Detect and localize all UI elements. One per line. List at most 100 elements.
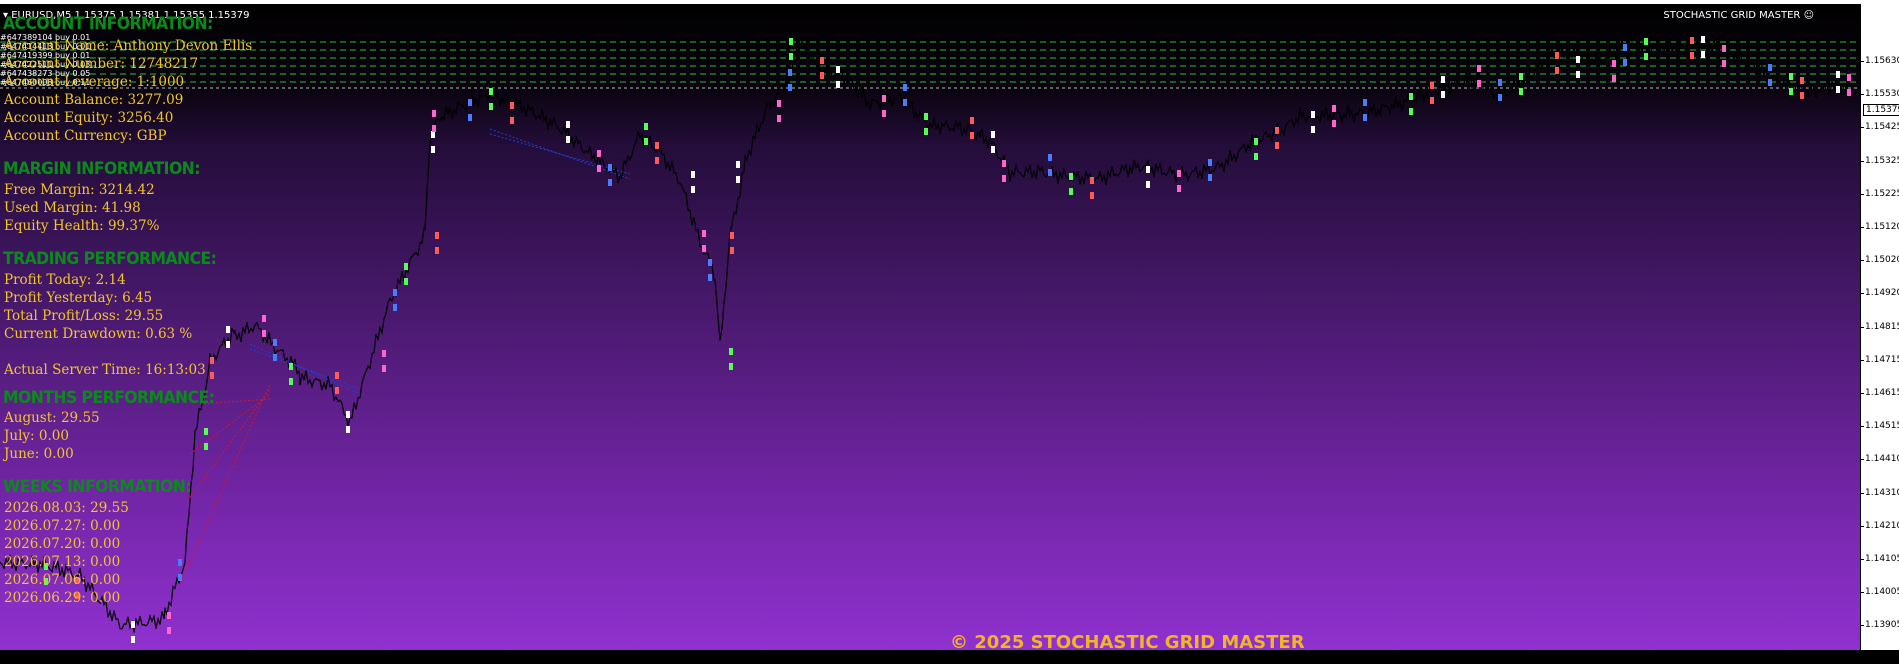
trade-marker bbox=[262, 330, 266, 337]
trade-marker bbox=[991, 131, 995, 138]
trade-marker bbox=[1146, 181, 1150, 188]
trade-marker bbox=[708, 259, 712, 266]
trade-marker bbox=[335, 387, 339, 394]
price-tick-label: 1.14615 bbox=[1865, 388, 1899, 398]
trade-marker bbox=[435, 247, 439, 254]
weeks-info-heading: WEEKS INFORMATION: bbox=[3, 477, 192, 497]
trade-connector-blue bbox=[249, 343, 361, 395]
price-tick-label: 1.14920 bbox=[1865, 288, 1899, 299]
trade-marker bbox=[1836, 86, 1840, 93]
month-item: August: 29.55 bbox=[4, 410, 100, 426]
trading-performance-heading: TRADING PERFORMANCE: bbox=[3, 249, 217, 269]
trade-marker bbox=[204, 443, 208, 450]
trade-marker bbox=[777, 100, 781, 107]
price-axis[interactable]: 1.15630 1.15530 1.15425 1.15325 1.15225 1.151… bbox=[1860, 4, 1899, 664]
trade-marker bbox=[788, 69, 792, 76]
trade-marker bbox=[404, 278, 408, 285]
trade-marker bbox=[1789, 88, 1793, 95]
trade-marker bbox=[1789, 73, 1793, 80]
price-tick-mark bbox=[1861, 227, 1864, 228]
trade-marker bbox=[1430, 82, 1434, 89]
months-performance-heading: MONTHS PERFORMANCE: bbox=[3, 388, 215, 408]
trade-marker bbox=[1090, 192, 1094, 199]
trade-marker bbox=[566, 136, 570, 143]
trade-marker bbox=[131, 621, 135, 628]
trade-marker bbox=[1800, 92, 1804, 99]
account-name: Account Name: Anthony Devon Ellis bbox=[4, 38, 253, 54]
trade-marker bbox=[836, 66, 840, 73]
price-tick-mark bbox=[1861, 426, 1864, 428]
expert-advisor-label[interactable]: STOCHASTIC GRID MASTER ☺ bbox=[1663, 10, 1814, 21]
trade-marker bbox=[262, 315, 266, 322]
chart-canvas[interactable] bbox=[0, 4, 1860, 650]
trade-marker bbox=[708, 274, 712, 281]
trade-marker bbox=[1498, 79, 1502, 86]
price-tick-mark bbox=[1861, 260, 1864, 262]
trade-marker bbox=[226, 326, 230, 333]
price-tick-mark bbox=[1861, 160, 1864, 162]
trade-marker bbox=[432, 125, 436, 132]
total-profit-loss: Total Profit/Loss: 29.55 bbox=[4, 308, 164, 324]
trade-marker bbox=[273, 339, 277, 346]
price-tick-label: 1.15530 bbox=[1865, 89, 1899, 100]
account-equity: Account Equity: 3256.40 bbox=[4, 110, 174, 126]
trade-marker bbox=[924, 128, 928, 135]
trade-marker bbox=[1441, 91, 1445, 98]
trade-marker bbox=[382, 350, 386, 357]
equity-health: Equity Health: 99.37% bbox=[4, 218, 160, 234]
trade-marker bbox=[1555, 52, 1559, 59]
trade-marker bbox=[273, 354, 277, 361]
trade-marker bbox=[644, 123, 648, 130]
trade-marker bbox=[210, 357, 214, 364]
trade-marker bbox=[1275, 127, 1279, 134]
trade-marker bbox=[970, 132, 974, 139]
trade-marker bbox=[131, 636, 135, 643]
price-tick-label: 1.15020 bbox=[1865, 255, 1899, 266]
trade-marker bbox=[178, 559, 182, 566]
free-margin: Free Margin: 3214.42 bbox=[4, 182, 155, 198]
week-item: 2026.07.27: 0.00 bbox=[4, 518, 121, 534]
trade-marker bbox=[1409, 108, 1413, 115]
price-chart[interactable]: ▾ EURUSD,M5 1.15375 1.15381 1.15355 1.15… bbox=[0, 4, 1860, 650]
trade-marker bbox=[1177, 185, 1181, 192]
account-balance: Account Balance: 3277.09 bbox=[4, 92, 184, 108]
price-tick-label: 1.14410 bbox=[1865, 454, 1899, 465]
trade-marker bbox=[1847, 89, 1851, 96]
trade-marker bbox=[1208, 174, 1212, 181]
trade-marker bbox=[435, 232, 439, 239]
trade-marker bbox=[903, 84, 907, 91]
trade-marker bbox=[1409, 93, 1413, 100]
trade-marker bbox=[510, 117, 514, 124]
week-item: 2026.07.06: 0.00 bbox=[4, 572, 121, 588]
trade-marker bbox=[1690, 37, 1694, 44]
trade-marker bbox=[1644, 53, 1648, 60]
smiley-icon: ☺ bbox=[1803, 10, 1814, 21]
trade-marker bbox=[210, 372, 214, 379]
trade-marker bbox=[1623, 59, 1627, 66]
price-tick-mark bbox=[1861, 459, 1864, 461]
week-item: 2026.06.29: 0.00 bbox=[4, 590, 121, 606]
trade-marker bbox=[1477, 80, 1481, 87]
trade-marker bbox=[1002, 160, 1006, 167]
ea-name: STOCHASTIC GRID MASTER bbox=[1663, 10, 1801, 21]
price-tick-label: 1.15225 bbox=[1865, 188, 1899, 199]
current-drawdown: Current Drawdown: 0.63 % bbox=[4, 326, 193, 342]
trade-marker bbox=[777, 115, 781, 122]
trade-marker bbox=[1363, 99, 1367, 106]
trade-marker bbox=[691, 171, 695, 178]
price-tick-label: 1.15630 bbox=[1865, 56, 1899, 66]
profit-today: Profit Today: 2.14 bbox=[4, 272, 126, 288]
trade-marker bbox=[382, 365, 386, 372]
trade-marker bbox=[882, 110, 886, 117]
trade-marker bbox=[167, 612, 171, 619]
trade-marker bbox=[644, 138, 648, 145]
trade-marker bbox=[1254, 138, 1258, 145]
trade-marker bbox=[903, 99, 907, 106]
trade-marker bbox=[1722, 45, 1726, 52]
server-time: Actual Server Time: 16:13:03 bbox=[4, 362, 206, 378]
trade-marker bbox=[820, 72, 824, 79]
trade-marker bbox=[1519, 73, 1523, 80]
trade-marker bbox=[608, 179, 612, 186]
trade-marker bbox=[431, 131, 435, 138]
trade-marker bbox=[1332, 105, 1336, 112]
